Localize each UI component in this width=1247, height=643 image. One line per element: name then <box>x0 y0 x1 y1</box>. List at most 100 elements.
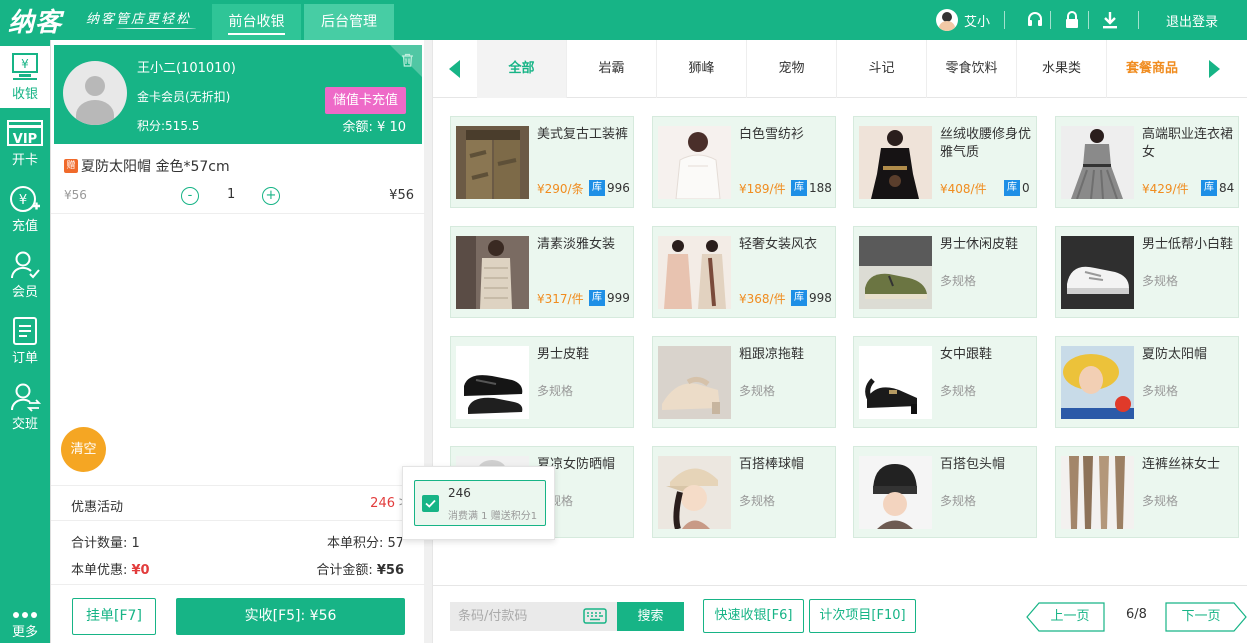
product-card[interactable]: 男士休闲皮鞋 多规格 <box>853 226 1037 318</box>
logo: 纳客 <box>8 8 63 38</box>
stock-value: 999 <box>607 291 630 305</box>
member-icon <box>10 251 40 279</box>
sidebar-item-recharge[interactable]: ¥ 充值 <box>0 178 50 240</box>
product-name: 白色雪纺衫 <box>739 127 805 142</box>
product-image <box>1061 236 1134 309</box>
stored-card-recharge-button[interactable]: 储值卡充值 <box>325 87 406 114</box>
product-spec: 多规格 <box>940 384 977 398</box>
product-card[interactable]: 连裤丝袜女士 多规格 <box>1055 446 1239 538</box>
member-balance: 余额: ¥ 10 <box>342 120 406 135</box>
trash-icon[interactable] <box>401 53 414 71</box>
next-page-button[interactable]: 下一页 <box>1165 602 1247 636</box>
product-price: ¥429/件 <box>1142 182 1189 196</box>
checkbox-checked-icon[interactable] <box>422 495 439 512</box>
recharge-icon: ¥ <box>10 186 40 212</box>
category-prev-arrow-icon[interactable] <box>449 60 460 78</box>
hang-order-button[interactable]: 挂单[F7] <box>72 598 156 635</box>
svg-text:¥: ¥ <box>19 193 27 208</box>
prev-page-button[interactable]: 上一页 <box>1026 602 1106 636</box>
product-image <box>658 126 731 199</box>
user-menu[interactable]: 艾小 <box>936 0 990 40</box>
slogan: 纳客管店更轻松 <box>86 12 192 27</box>
category-tab[interactable]: 岩霸 <box>567 40 657 98</box>
sidebar-item-order[interactable]: 订单 <box>0 310 50 372</box>
cart-item-qty[interactable]: 1 <box>227 187 235 202</box>
category-bar: 全部 岩霸 狮峰 宠物 斗记 零食饮料 水果类 套餐商品 <box>433 40 1247 98</box>
total-amount: 合计金额: ¥56 <box>316 563 404 578</box>
user-avatar <box>936 9 958 31</box>
download-icon[interactable] <box>1102 0 1118 40</box>
sidebar-item-more[interactable]: 更多 <box>0 606 50 642</box>
tab-back-office[interactable]: 后台管理 <box>304 4 394 40</box>
product-card[interactable]: 男士低帮小白鞋 多规格 <box>1055 226 1239 318</box>
search-button[interactable]: 搜索 <box>617 602 684 631</box>
product-spec: 多规格 <box>537 384 574 398</box>
product-card[interactable]: 百搭包头帽 多规格 <box>853 446 1037 538</box>
product-stock: 库 996 <box>589 180 630 196</box>
product-image <box>859 346 932 419</box>
product-card[interactable]: 丝绒收腰修身优雅气质 ¥408/件 库 0 <box>853 116 1037 208</box>
category-tab[interactable]: 宠物 <box>747 40 837 98</box>
product-card[interactable]: 粗跟凉拖鞋 多规格 <box>652 336 836 428</box>
pay-button[interactable]: 实收[F5]: ¥56 <box>176 598 405 635</box>
member-points: 积分:515.5 <box>137 119 200 133</box>
product-image <box>1061 346 1134 419</box>
category-next-arrow-icon[interactable] <box>1209 60 1220 78</box>
category-tab[interactable]: 斗记 <box>837 40 927 98</box>
page-indicator: 6/8 <box>1126 607 1147 622</box>
stock-value: 84 <box>1219 181 1235 195</box>
qty-minus-button[interactable]: - <box>181 187 199 205</box>
sidebar-item-shift[interactable]: 交班 <box>0 376 50 438</box>
product-card[interactable]: 白色雪纺衫 ¥189/件库 188 <box>652 116 836 208</box>
bottom-bar: 搜索 快速收银[F6] 计次项目[F10] 上一页 6/8 下一页 <box>433 585 1247 643</box>
product-card[interactable]: 轻奢女装风衣 ¥368/件库 998 <box>652 226 836 318</box>
clear-cart-button[interactable]: 清空 <box>61 427 106 472</box>
category-tab-combo[interactable]: 套餐商品 <box>1107 40 1197 98</box>
sidebar-item-member[interactable]: 会员 <box>0 244 50 306</box>
product-spec: 多规格 <box>940 494 977 508</box>
tab-front-cashier[interactable]: 前台收银 <box>212 4 301 40</box>
promo-option-value: 246 <box>448 486 471 500</box>
category-tab[interactable]: 零食饮料 <box>927 40 1017 98</box>
promo-value: 246 <box>370 496 395 511</box>
product-name: 连裤丝袜女士 <box>1142 457 1221 472</box>
product-card[interactable]: 夏防太阳帽 多规格 <box>1055 336 1239 428</box>
product-card[interactable]: 百搭棒球帽 多规格 <box>652 446 836 538</box>
product-spec: 多规格 <box>1142 384 1179 398</box>
lock-icon[interactable] <box>1064 0 1080 40</box>
product-card[interactable]: 美式复古工装裤 ¥290/条库 996 <box>450 116 634 208</box>
quick-cashier-button[interactable]: 快速收银[F6] <box>703 599 804 633</box>
member-card[interactable]: 王小二(101010) 金卡会员(无折扣) 积分:515.5 储值卡充值 余额:… <box>54 45 422 144</box>
keyboard-icon[interactable] <box>583 608 607 628</box>
qty-plus-button[interactable]: + <box>262 187 280 205</box>
product-stock: 库 999 <box>589 290 630 306</box>
product-spec: 多规格 <box>1142 274 1179 288</box>
product-name: 女中跟鞋 <box>940 347 993 362</box>
product-name: 轻奢女装风衣 <box>739 237 818 252</box>
product-spec: 多规格 <box>940 274 977 288</box>
product-name: 夏防太阳帽 <box>1142 347 1208 362</box>
product-price: ¥317/件 <box>537 292 584 306</box>
product-name: 百搭棒球帽 <box>739 457 805 472</box>
product-price: ¥368/件 <box>739 292 786 306</box>
product-card[interactable]: 女中跟鞋 多规格 <box>853 336 1037 428</box>
sidebar-item-cashier[interactable]: ¥ 收银 <box>0 46 50 108</box>
product-card[interactable]: 高端职业连衣裙女 ¥429/件库 84 <box>1055 116 1239 208</box>
category-tab-all[interactable]: 全部 <box>477 40 567 98</box>
count-items-button[interactable]: 计次项目[F10] <box>809 599 916 633</box>
product-card[interactable]: 男士皮鞋 多规格 <box>450 336 634 428</box>
promo-row[interactable]: 优惠活动 246 > <box>51 485 425 521</box>
product-name: 美式复古工装裤 <box>537 127 629 142</box>
promo-option[interactable]: 246 消费满 1 赠送积分1 <box>414 480 546 526</box>
product-price: ¥290/条 <box>537 182 584 196</box>
member-avatar <box>63 61 127 125</box>
product-name: 粗跟凉拖鞋 <box>739 347 805 362</box>
member-name: 王小二(101010) <box>137 61 236 76</box>
product-stock: 库 998 <box>791 290 832 306</box>
logout-button[interactable]: 退出登录 <box>1166 0 1218 40</box>
category-tab[interactable]: 水果类 <box>1017 40 1107 98</box>
product-card[interactable]: 清素淡雅女装 ¥317/件库 999 <box>450 226 634 318</box>
category-tab[interactable]: 狮峰 <box>657 40 747 98</box>
headset-icon[interactable] <box>1026 0 1044 40</box>
sidebar-item-open-card[interactable]: VIP 开卡 <box>0 112 50 174</box>
